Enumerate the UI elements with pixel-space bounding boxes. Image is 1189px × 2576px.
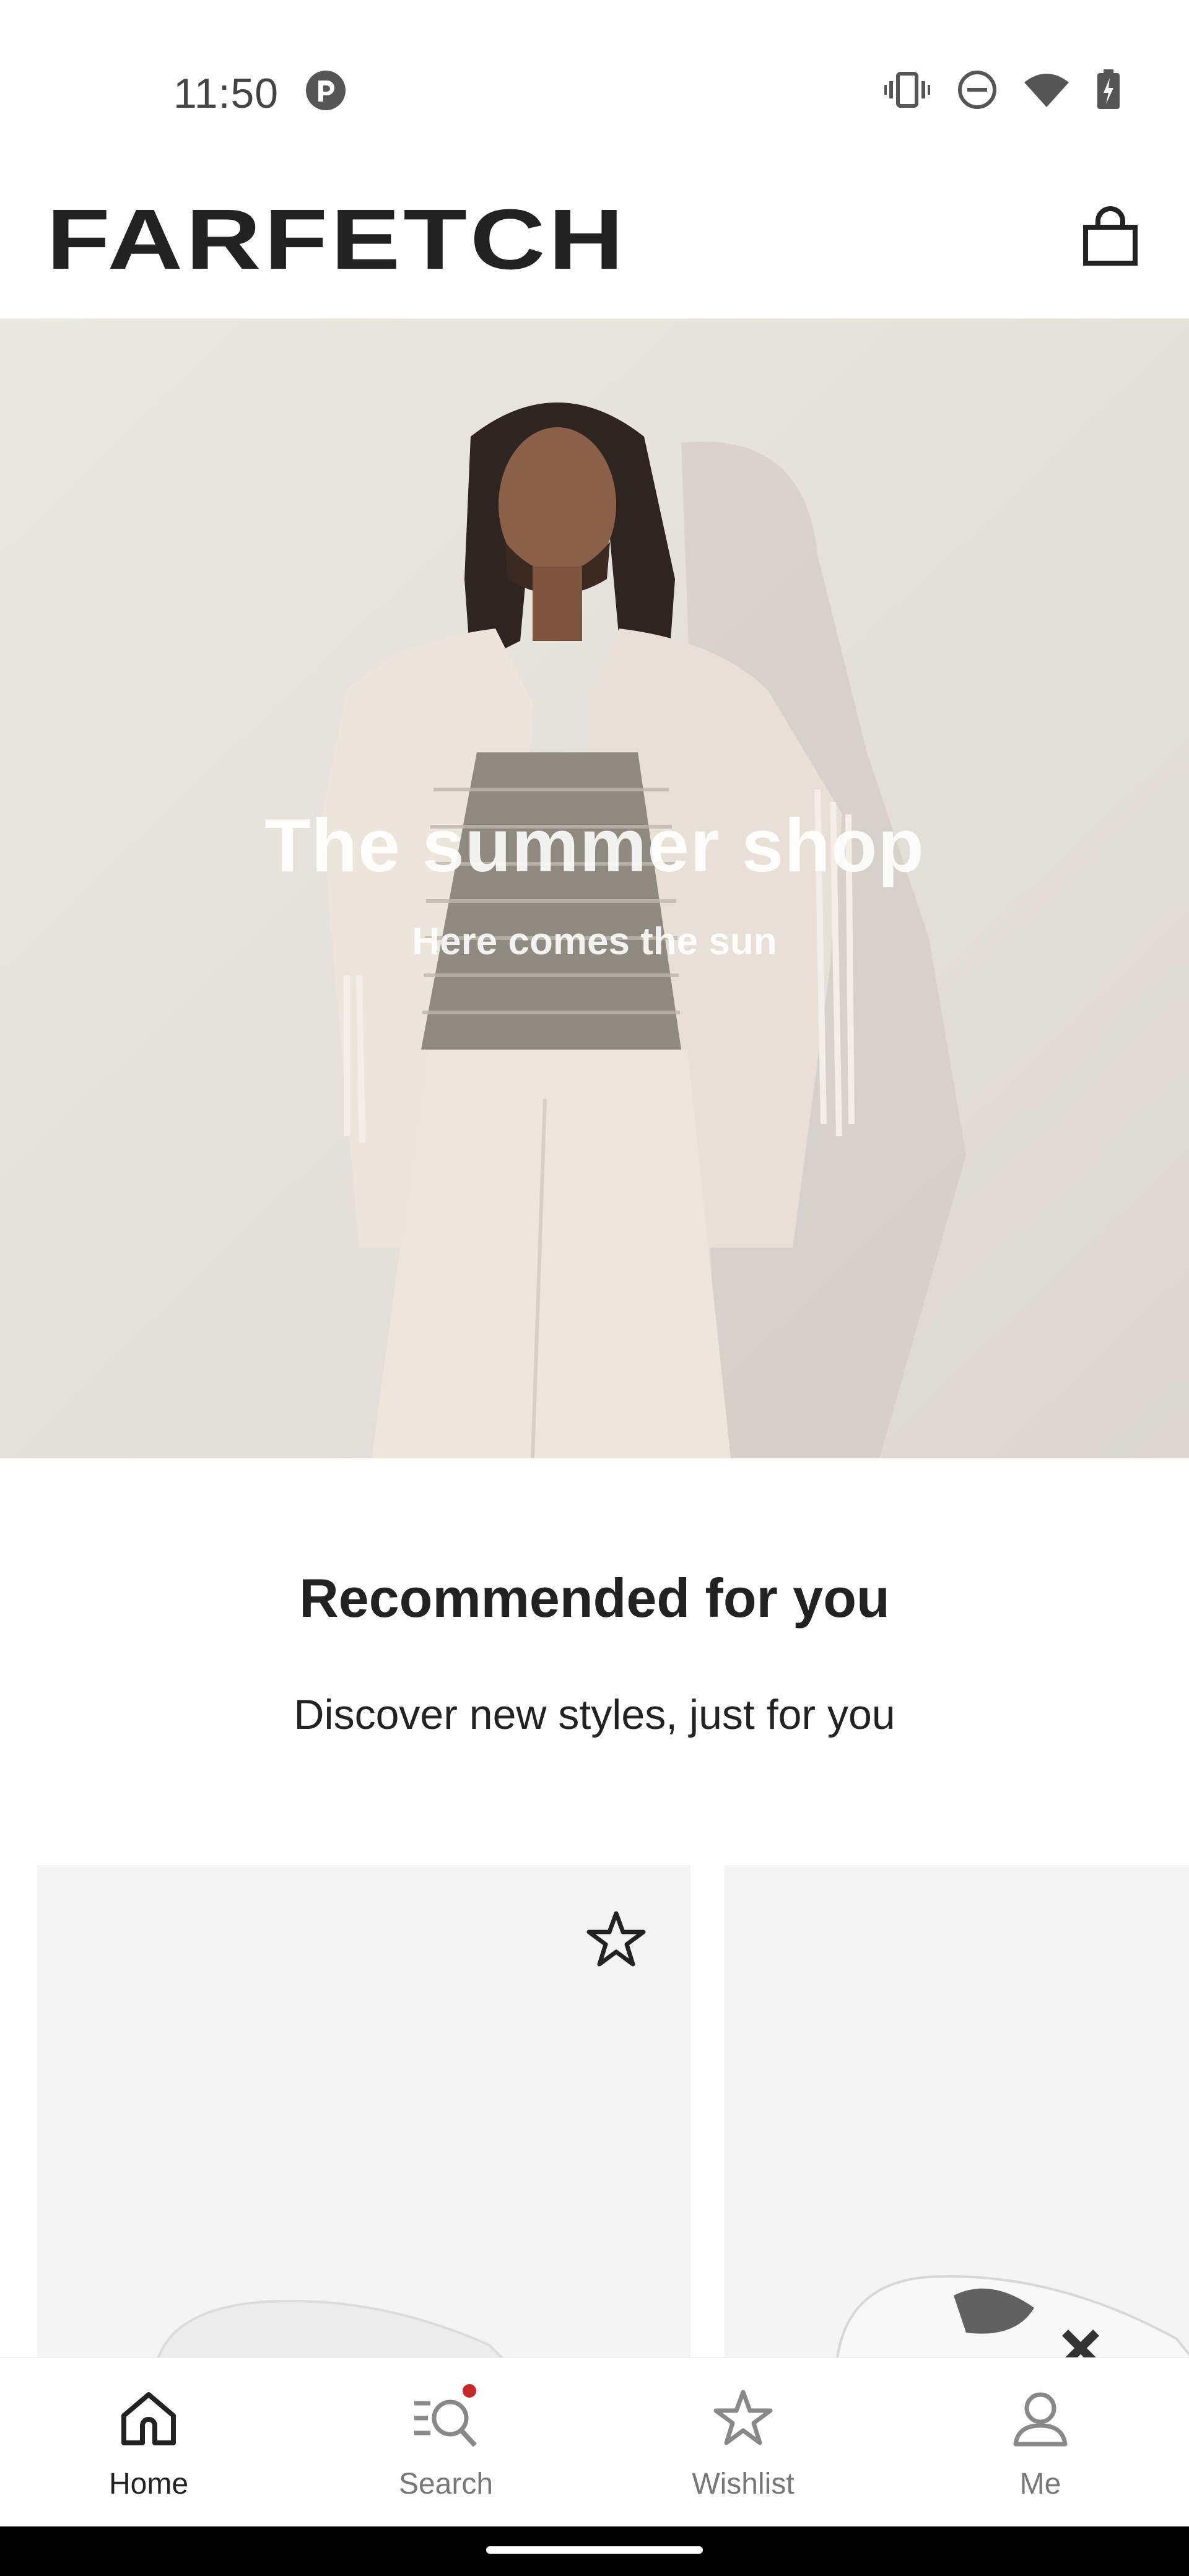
nav-me-label: Me <box>1019 2468 1061 2500</box>
nav-home[interactable]: Home <box>0 2358 297 2526</box>
star-outline-icon <box>586 1911 646 1967</box>
product-image <box>836 2275 1189 2357</box>
section-title: Recommended for you <box>299 1567 890 1629</box>
app-header: FARFETCH <box>0 180 1189 319</box>
brand-logo[interactable]: FARFETCH <box>46 197 627 282</box>
status-icons <box>884 69 1121 110</box>
gesture-handle[interactable] <box>486 2546 703 2554</box>
home-icon <box>121 2392 176 2445</box>
shopping-bag-icon <box>1083 206 1138 266</box>
section-subtitle: Discover new styles, just for you <box>294 1691 895 1738</box>
profile-icon <box>1013 2392 1068 2447</box>
bottom-navigation: Home Search Wishlist Me <box>0 2357 1189 2526</box>
nav-search-label: Search <box>398 2468 494 2500</box>
wifi-icon <box>1024 74 1069 107</box>
nav-wishlist-label: Wishlist <box>692 2468 795 2500</box>
system-navigation-bar <box>0 2526 1189 2576</box>
hero-title: The summer shop <box>264 803 925 887</box>
nav-search[interactable]: Search <box>297 2358 594 2526</box>
product-card[interactable] <box>725 1865 1189 2357</box>
star-icon <box>713 2390 773 2445</box>
shopping-bag-button[interactable] <box>1076 202 1144 270</box>
nav-home-label: Home <box>108 2468 189 2500</box>
app-notification-icon <box>306 71 346 110</box>
nav-wishlist[interactable]: Wishlist <box>594 2358 892 2526</box>
wishlist-toggle[interactable] <box>582 1905 650 1973</box>
status-time: 11:50 <box>173 70 279 117</box>
vibrate-icon <box>884 72 930 108</box>
hero-image <box>0 319 1189 1458</box>
product-carousel[interactable] <box>0 1865 1189 2357</box>
product-image <box>157 2299 503 2357</box>
hero-subtitle: Here comes the sun <box>412 920 777 963</box>
product-card[interactable] <box>37 1865 690 2357</box>
hero-banner[interactable]: The summer shop Here comes the sun <box>0 319 1189 1458</box>
search-notification-badge <box>463 2384 476 2398</box>
do-not-disturb-icon <box>958 71 996 109</box>
nav-me[interactable]: Me <box>892 2358 1189 2526</box>
battery-charging-icon <box>1097 69 1120 109</box>
status-bar: 11:50 <box>0 0 1189 180</box>
